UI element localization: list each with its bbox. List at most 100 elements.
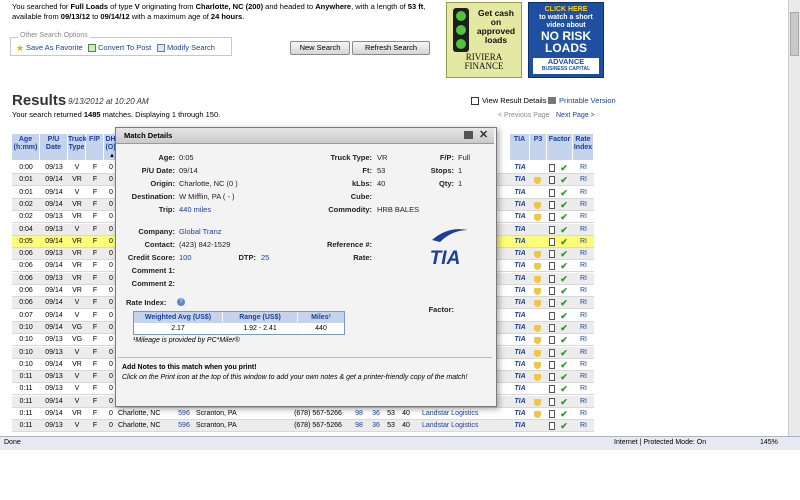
advance-capital-ad[interactable]: CLICK HERE to watch a short video about …: [528, 2, 604, 78]
column-header[interactable]: F/P: [86, 134, 104, 160]
rate-index-table: Weighted Avg (US$) Range (US$) Miles¹ 2.…: [133, 311, 345, 335]
save-favorite-link[interactable]: ★ Save As Favorite: [16, 43, 83, 52]
cell-dh: 0: [109, 422, 113, 430]
trip-label: Trip:: [158, 205, 175, 214]
dtp-value[interactable]: 25: [261, 253, 269, 262]
fp-value: Full: [458, 153, 471, 162]
rate-index-link[interactable]: RI: [573, 211, 594, 223]
cell-age: 0:06: [19, 274, 33, 282]
modify-search-link[interactable]: Modify Search: [157, 43, 215, 52]
rate-index-link[interactable]: RI: [573, 187, 594, 199]
company-value-link[interactable]: Global Tranz: [179, 227, 222, 236]
rate-index-link[interactable]: RI: [573, 236, 594, 248]
vertical-scrollbar[interactable]: [788, 0, 800, 436]
table-row[interactable]: 0:11 09/13 V F 0 TIA ✔ RI Charlotte, NC 596 Scrant…: [12, 420, 594, 433]
column-header[interactable]: Factor: [547, 134, 573, 160]
tia-member-icon: TIA: [514, 336, 526, 344]
cell-company[interactable]: Landstar Logistics: [422, 408, 492, 420]
reference-label: Reference #:: [326, 240, 372, 249]
help-icon[interactable]: ?: [177, 298, 185, 306]
rate-index-link[interactable]: RI: [573, 359, 594, 371]
rate-index-link[interactable]: RI: [573, 322, 594, 334]
details-icon: [471, 96, 479, 105]
cell-company[interactable]: Landstar Logistics: [422, 420, 492, 432]
cell-age: 0:01: [19, 188, 33, 196]
rate-index-link[interactable]: RI: [573, 347, 594, 359]
cell-dist[interactable]: 596: [174, 408, 194, 420]
rate-index-link[interactable]: RI: [573, 248, 594, 260]
p3-shield-icon: [534, 214, 541, 222]
trip-value-link[interactable]: 440 miles: [179, 205, 211, 214]
tia-member-icon: TIA: [514, 250, 526, 258]
factor-check-icon: ✔: [560, 396, 568, 407]
rate-label: Rate:: [353, 253, 372, 262]
company-label: Company:: [138, 227, 175, 236]
factor-check-icon: ✔: [560, 273, 568, 284]
rate-index-link[interactable]: RI: [573, 371, 594, 383]
column-header[interactable]: Truck Type: [68, 134, 87, 160]
cube-label: Cube:: [350, 192, 372, 201]
rate-index-link[interactable]: RI: [573, 383, 594, 395]
cell-date: 09/14: [45, 176, 63, 184]
rate-index-link[interactable]: RI: [573, 162, 594, 174]
factor-doc-icon: [549, 274, 555, 283]
convert-icon: [88, 43, 96, 52]
tia-member-icon: TIA: [514, 373, 526, 381]
print-icon[interactable]: [464, 131, 473, 139]
next-page-link[interactable]: Next Page >: [556, 112, 595, 119]
rate-index-link[interactable]: RI: [573, 260, 594, 272]
view-result-details-link[interactable]: View Result Details: [471, 96, 546, 105]
comment-2-label: Comment 2:: [131, 279, 175, 288]
cell-fp: F: [92, 299, 98, 307]
rate-index-link[interactable]: RI: [573, 199, 594, 211]
cell-fp: F: [92, 200, 98, 208]
fp-label: F/P:: [439, 153, 454, 162]
credit-score-value[interactable]: 100: [179, 253, 192, 262]
rate-index-link[interactable]: RI: [573, 174, 594, 186]
riviera-finance-ad[interactable]: Get cash on approved loads RIVIERA FINAN…: [446, 2, 522, 78]
credit-score-label: Credit Score:: [127, 253, 175, 262]
scrollbar-thumb[interactable]: [790, 12, 799, 56]
rate-index-link[interactable]: RI: [573, 420, 594, 432]
cell-fp: F: [92, 373, 98, 381]
cell-fp: F: [92, 397, 98, 405]
convert-to-post-label: Convert To Post: [98, 43, 152, 52]
column-header[interactable]: Rate Index: [573, 134, 594, 160]
column-header[interactable]: TIA: [510, 134, 530, 160]
factor-check-icon: ✔: [560, 224, 568, 235]
factor-check-icon: ✔: [560, 421, 568, 432]
rate-index-link[interactable]: RI: [573, 297, 594, 309]
rate-index-link[interactable]: RI: [573, 273, 594, 285]
table-row[interactable]: 0:11 09/14 VR F 0 TIA ✔ RI Charlotte, NC 596 Scran…: [12, 408, 594, 420]
cell-ft: 36: [372, 410, 380, 417]
column-header[interactable]: Age (h:mm): [12, 134, 40, 160]
ft-label: Ft:: [362, 166, 372, 175]
zoom-level[interactable]: 145%: [760, 439, 778, 446]
column-header[interactable]: P3: [530, 134, 547, 160]
origin-label: Origin:: [150, 179, 175, 188]
cell-dist[interactable]: 596: [174, 420, 194, 432]
rate-index-link[interactable]: RI: [573, 224, 594, 236]
p3-shield-icon: [534, 398, 541, 406]
factor-check-icon: ✔: [560, 199, 568, 210]
traffic-light-icon: [453, 8, 469, 52]
age-value: 0:05: [179, 153, 194, 162]
rate-index-link[interactable]: RI: [573, 408, 594, 420]
factor-check-icon: ✔: [560, 212, 568, 223]
column-header[interactable]: P/U Date: [40, 134, 68, 160]
rate-index-link[interactable]: RI: [573, 285, 594, 297]
convert-to-post-link[interactable]: Convert To Post: [88, 43, 151, 52]
rate-index-link[interactable]: RI: [573, 334, 594, 346]
rate-index-link[interactable]: RI: [573, 396, 594, 408]
commodity-value: HRB BALES: [377, 205, 420, 214]
previous-page-link[interactable]: < Previous Page: [498, 112, 550, 119]
new-search-button[interactable]: New Search: [290, 41, 350, 55]
refresh-search-button[interactable]: Refresh Search: [352, 41, 430, 55]
close-icon[interactable]: ✕: [479, 128, 488, 141]
cell-age: 0:10: [19, 348, 33, 356]
notes-body: Click on the Print icon at the top of th…: [122, 374, 468, 381]
cell-date: 09/14: [45, 299, 63, 307]
rate-index-link[interactable]: RI: [573, 310, 594, 322]
printable-version-link[interactable]: Printable Version: [548, 96, 616, 105]
factor-check-icon: ✔: [560, 187, 568, 198]
